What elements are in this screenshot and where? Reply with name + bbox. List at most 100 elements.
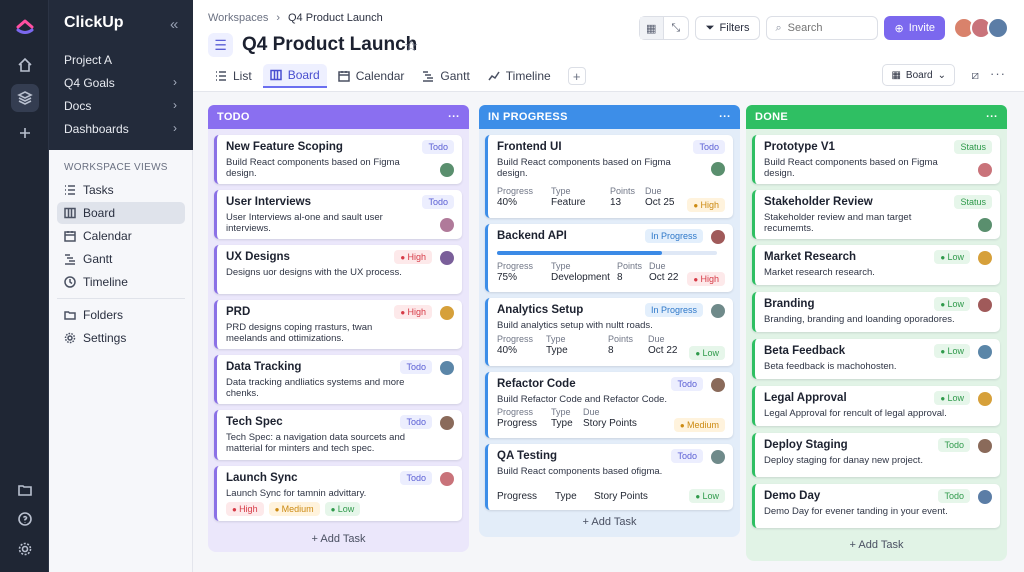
tab-timeline[interactable]: Timeline	[481, 64, 558, 88]
board-select[interactable]: ▦ Board ⌄	[882, 64, 955, 86]
add-task-button[interactable]: + Add Task	[208, 533, 469, 545]
search-box[interactable]: ⌕	[766, 16, 879, 40]
task-card[interactable]: Beta Feedback Beta feedback is machohost…	[752, 339, 1000, 379]
meta-progress: 40%	[497, 197, 518, 208]
menu-icon[interactable]: ☰	[208, 33, 233, 57]
column-title: TODO	[217, 111, 250, 123]
task-card[interactable]: Market Research Market research research…	[752, 245, 1000, 285]
more-icon[interactable]: ···	[719, 111, 731, 123]
card-desc: Beta feedback is machohosten.	[764, 361, 897, 372]
workspace-views-panel: WORKSPACE VIEWS Tasks Board Calendar Gan…	[49, 150, 193, 572]
add-view-button[interactable]: +	[567, 67, 586, 85]
priority-badge: High	[226, 502, 264, 516]
view-item-timeline[interactable]: Timeline	[57, 271, 185, 293]
avatar	[440, 416, 454, 430]
card-title: Beta Feedback	[764, 345, 846, 357]
card-desc: Stakeholder review and man target recume…	[764, 212, 912, 234]
filters-label: Filters	[719, 22, 750, 34]
add-task-button[interactable]: + Add Task	[746, 539, 1007, 551]
more-icon[interactable]: ···	[990, 66, 1006, 81]
status-badge: Todo	[938, 489, 970, 503]
view-tabs: List Board Calendar Gantt Timeline +	[208, 64, 586, 88]
breadcrumb-current[interactable]: Q4 Product Launch	[288, 12, 383, 24]
toolbar: ▦ ⤡ ⏷ Filters ⌕ ⊕ Invite	[638, 16, 1009, 40]
star-icon[interactable]: ☆	[404, 36, 418, 56]
task-card[interactable]: Stakeholder Review Stakeholder review an…	[752, 190, 1000, 239]
settings-icon[interactable]	[11, 535, 39, 563]
task-card[interactable]: UX Designs Designs uor designs with the …	[214, 245, 462, 294]
meta-key: Progress	[497, 334, 534, 344]
status-badge: In Progress	[644, 229, 703, 243]
folder-icon[interactable]	[11, 476, 39, 504]
task-card[interactable]: Legal Approval Legal Approval for rencul…	[752, 386, 1000, 426]
pin-icon[interactable]: ⧄	[971, 68, 979, 83]
task-card[interactable]: Refactor Code Build Refactor Code and Re…	[485, 372, 733, 438]
task-card[interactable]: Branding Branding, branding and loanding…	[752, 292, 1000, 332]
priority-badge: Low	[934, 250, 970, 264]
meta-key: Type	[546, 334, 566, 344]
view-item-tasks[interactable]: Tasks	[57, 179, 185, 201]
view-item-gantt[interactable]: Gantt	[57, 248, 185, 270]
chevron-down-icon: ⌄	[937, 69, 946, 81]
sidebar-item-dashboards[interactable]: Dashboards ›	[49, 117, 193, 140]
tab-label: Board	[287, 68, 320, 82]
card-title: User Interviews	[226, 196, 312, 208]
card-title: Refactor Code	[497, 378, 576, 390]
tab-label: Timeline	[505, 69, 551, 83]
add-task-button[interactable]: + Add Task	[479, 516, 740, 528]
filters-button[interactable]: ⏷ Filters	[694, 16, 761, 40]
task-card[interactable]: Frontend UI Build React components based…	[485, 135, 733, 218]
invite-button[interactable]: ⊕ Invite	[884, 16, 945, 40]
sidebar-item-docs[interactable]: Docs ›	[49, 94, 193, 117]
view-item-folders[interactable]: Folders	[57, 304, 185, 326]
more-icon[interactable]: ···	[986, 111, 998, 123]
member-avatars[interactable]	[953, 17, 1009, 39]
task-card[interactable]: New Feature Scoping Build React componen…	[214, 135, 462, 184]
timeline-icon	[64, 276, 76, 288]
view-item-settings[interactable]: Settings	[57, 327, 185, 349]
sidebar-item-project-a[interactable]: Project A	[49, 48, 193, 71]
priority-badge: High	[687, 272, 725, 286]
home-icon[interactable]	[11, 51, 39, 79]
meta-key: Progress	[497, 407, 534, 417]
brand: ClickUp	[64, 14, 124, 32]
layout-toggle: ▦ ⤡	[638, 16, 689, 40]
breadcrumb-workspaces[interactable]: Workspaces	[208, 12, 268, 24]
plus-icon[interactable]	[11, 119, 39, 147]
task-card[interactable]: Analytics Setup Build analytics setup wi…	[485, 298, 733, 366]
task-card[interactable]: Backend API In Progress Progress 75% Type…	[485, 224, 733, 292]
search-input[interactable]	[787, 22, 858, 34]
task-card[interactable]: Deploy Staging Deploy staging for danay …	[752, 433, 1000, 477]
card-title: Frontend UI	[497, 141, 562, 153]
chevron-right-icon: ›	[173, 121, 177, 135]
view-item-board[interactable]: Board	[57, 202, 185, 224]
priority-badge: Low	[689, 489, 725, 503]
priority-badge: Low	[324, 502, 361, 516]
help-icon[interactable]	[11, 505, 39, 533]
tab-gantt[interactable]: Gantt	[415, 64, 476, 88]
grid-view-icon[interactable]: ▦	[639, 17, 664, 39]
expand-icon[interactable]: ⤡	[664, 17, 688, 39]
avatar	[978, 392, 992, 406]
more-icon[interactable]: ···	[448, 111, 460, 123]
task-card[interactable]: QA Testing Build React components based …	[485, 444, 733, 510]
tab-list[interactable]: List	[208, 64, 259, 88]
task-card[interactable]: Data Tracking Data tracking andliatics s…	[214, 355, 462, 404]
layers-icon[interactable]	[11, 84, 39, 112]
card-desc: Designs uor designs with the UX process.	[226, 267, 402, 278]
task-card[interactable]: Tech Spec Tech Spec: a navigation data s…	[214, 410, 462, 460]
collapse-sidebar-icon[interactable]: «	[170, 16, 178, 33]
column-title: DONE	[755, 111, 788, 123]
breadcrumb: Workspaces › Q4 Product Launch	[208, 12, 383, 24]
meta-key: Type	[551, 186, 571, 196]
task-card[interactable]: PRD PRD designs coping rrasturs, twan me…	[214, 300, 462, 349]
sidebar-item-q4-goals[interactable]: Q4 Goals ›	[49, 71, 193, 94]
tab-board[interactable]: Board	[262, 64, 327, 88]
status-badge: Todo	[400, 360, 432, 374]
view-item-calendar[interactable]: Calendar	[57, 225, 185, 247]
task-card[interactable]: Prototype V1 Build React components base…	[752, 135, 1000, 184]
task-card[interactable]: Launch Sync Launch Sync for tamnin advit…	[214, 466, 462, 521]
task-card[interactable]: User Interviews User Interviews al-one a…	[214, 190, 462, 239]
task-card[interactable]: Demo Day Demo Day for evener tanding in …	[752, 484, 1000, 528]
tab-calendar[interactable]: Calendar	[331, 64, 412, 88]
